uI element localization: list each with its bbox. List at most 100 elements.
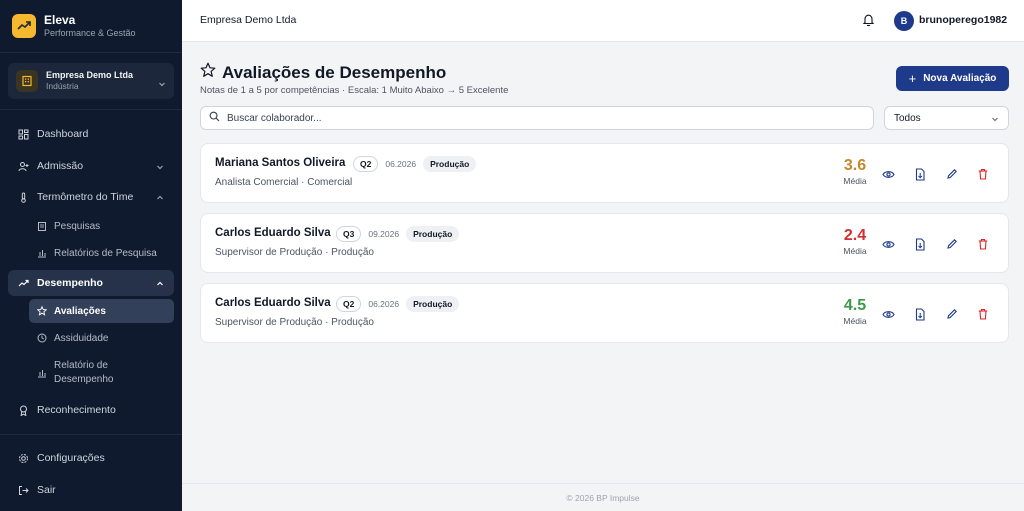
score-label: Média <box>843 176 867 186</box>
pencil-icon[interactable] <box>945 167 959 181</box>
period-text: 09.2026 <box>368 229 400 239</box>
chevron-down-icon <box>156 162 164 174</box>
sidebar-item-label: Relatório de Desempenho <box>54 360 114 385</box>
gear-icon <box>17 452 29 464</box>
sidebar-item-pesquisas[interactable]: Pesquisas <box>29 214 174 238</box>
employee-name: Carlos Eduardo Silva <box>215 227 331 239</box>
evaluation-meta: Q2 06.2026 Produção <box>336 296 460 312</box>
sidebar-item-label: Assiduidade <box>54 332 109 344</box>
status-filter-select[interactable]: Todos <box>884 106 1009 130</box>
evaluation-meta: Q2 06.2026 Produção <box>353 156 477 172</box>
eye-icon[interactable] <box>881 307 895 321</box>
sidebar-item-label: Termômetro do Time <box>37 191 134 203</box>
search-icon <box>209 109 220 127</box>
logout-icon <box>17 484 29 496</box>
company-switcher[interactable]: Empresa Demo Ltda Indústria <box>8 63 174 99</box>
sidebar-item-desempenho[interactable]: Desempenho <box>8 270 174 296</box>
sidebar-item-label: Admissão <box>37 160 84 172</box>
filter-value: Todos <box>894 112 921 124</box>
file-icon[interactable] <box>913 237 927 251</box>
trending-up-logo-icon <box>12 14 36 38</box>
thermometer-icon <box>17 191 29 203</box>
search-input[interactable] <box>227 112 827 124</box>
evaluation-card[interactable]: Mariana Santos Oliveira Q2 06.2026 Produ… <box>200 143 1009 203</box>
department-badge: Produção <box>406 226 460 242</box>
file-icon[interactable] <box>913 167 927 181</box>
sidebar-item-sair[interactable]: Sair <box>8 477 174 503</box>
evaluation-card[interactable]: Carlos Eduardo Silva Q2 06.2026 Produção… <box>200 283 1009 343</box>
trash-icon[interactable] <box>976 167 990 181</box>
clock-icon <box>36 333 47 344</box>
trash-icon[interactable] <box>976 237 990 251</box>
award-icon <box>17 404 29 416</box>
pencil-icon[interactable] <box>945 237 959 251</box>
sidebar-item-label: Configurações <box>37 452 105 464</box>
sidebar-item-avaliacoes[interactable]: Avaliações <box>29 299 174 323</box>
star-icon <box>36 306 47 317</box>
score-value: 2.4 <box>843 227 867 244</box>
search-box[interactable] <box>200 106 874 130</box>
score: 4.5 Média <box>837 297 873 327</box>
topbar-company-name: Empresa Demo Ltda <box>200 14 297 26</box>
star-icon <box>200 62 216 83</box>
score-value: 4.5 <box>843 297 867 314</box>
period-text: 06.2026 <box>368 299 400 309</box>
page-subtitle: Notas de 1 a 5 por competências · Escala… <box>200 85 509 96</box>
eye-icon[interactable] <box>881 237 895 251</box>
evaluation-meta: Q3 09.2026 Produção <box>336 226 460 242</box>
chevron-down-icon <box>158 75 166 93</box>
sidebar-item-assiduidade[interactable]: Assiduidade <box>29 326 174 350</box>
sidebar-item-label: Avaliações <box>54 305 106 317</box>
file-icon[interactable] <box>913 307 927 321</box>
sidebar-item-label: Relatórios de Pesquisa <box>54 247 157 259</box>
department-badge: Produção <box>423 156 477 172</box>
sidebar-item-admissao[interactable]: Admissão <box>8 153 174 179</box>
sidebar-item-termometro[interactable]: Termômetro do Time <box>8 184 174 210</box>
trash-icon[interactable] <box>976 307 990 321</box>
sidebar-item-relatorios-pesquisa[interactable]: Relatórios de Pesquisa <box>29 241 174 265</box>
dashboard-icon <box>17 128 29 140</box>
quarter-badge: Q2 <box>353 156 379 172</box>
employee-name: Mariana Santos Oliveira <box>215 157 346 169</box>
chevron-up-icon <box>156 193 164 205</box>
department-badge: Produção <box>406 296 460 312</box>
sidebar-item-label: Pesquisas <box>54 220 101 232</box>
page-header: Avaliações de Desempenho <box>200 62 446 83</box>
eye-icon[interactable] <box>881 167 895 181</box>
sidebar: Eleva Performance & Gestão Empresa Demo … <box>0 0 182 511</box>
employee-name: Carlos Eduardo Silva <box>215 297 331 309</box>
username[interactable]: brunoperego1982 <box>919 14 1007 26</box>
new-evaluation-label: Nova Avaliação <box>923 73 997 84</box>
clipboard-icon <box>36 221 47 232</box>
pencil-icon[interactable] <box>945 307 959 321</box>
quarter-badge: Q3 <box>336 226 362 242</box>
bell-icon[interactable] <box>862 13 875 32</box>
brand-tagline: Performance & Gestão <box>44 27 136 38</box>
avatar[interactable]: B <box>894 11 914 31</box>
employee-role: Analista Comercial · Comercial <box>215 177 353 188</box>
score-value: 3.6 <box>843 157 867 174</box>
sidebar-item-configuracoes[interactable]: Configurações <box>8 445 174 471</box>
sidebar-item-label: Dashboard <box>37 128 89 140</box>
employee-role: Supervisor de Produção · Produção <box>215 247 374 258</box>
sidebar-item-relatorio-desempenho[interactable]: Relatório de Desempenho <box>29 355 174 389</box>
sidebar-item-label: Sair <box>37 484 56 496</box>
chevron-up-icon <box>156 279 164 291</box>
topbar: Empresa Demo Ltda B brunoperego1982 <box>182 0 1024 42</box>
new-evaluation-button[interactable]: + Nova Avaliação <box>896 66 1009 91</box>
quarter-badge: Q2 <box>336 296 362 312</box>
sidebar-item-reconhecimento[interactable]: Reconhecimento <box>8 397 174 423</box>
page-title: Avaliações de Desempenho <box>222 62 447 82</box>
sidebar-item-label: Reconhecimento <box>37 404 116 416</box>
brand: Eleva Performance & Gestão <box>0 0 182 53</box>
score: 2.4 Média <box>837 227 873 257</box>
employee-role: Supervisor de Produção · Produção <box>215 317 374 328</box>
trending-up-icon <box>17 277 29 289</box>
bar-chart-icon <box>36 248 47 259</box>
user-plus-icon <box>17 160 29 172</box>
footer: © 2026 BP Impulse <box>182 483 1024 511</box>
sidebar-item-dashboard[interactable]: Dashboard <box>8 121 174 147</box>
evaluation-card[interactable]: Carlos Eduardo Silva Q3 09.2026 Produção… <box>200 213 1009 273</box>
sidebar-divider <box>0 109 182 110</box>
score: 3.6 Média <box>837 157 873 187</box>
